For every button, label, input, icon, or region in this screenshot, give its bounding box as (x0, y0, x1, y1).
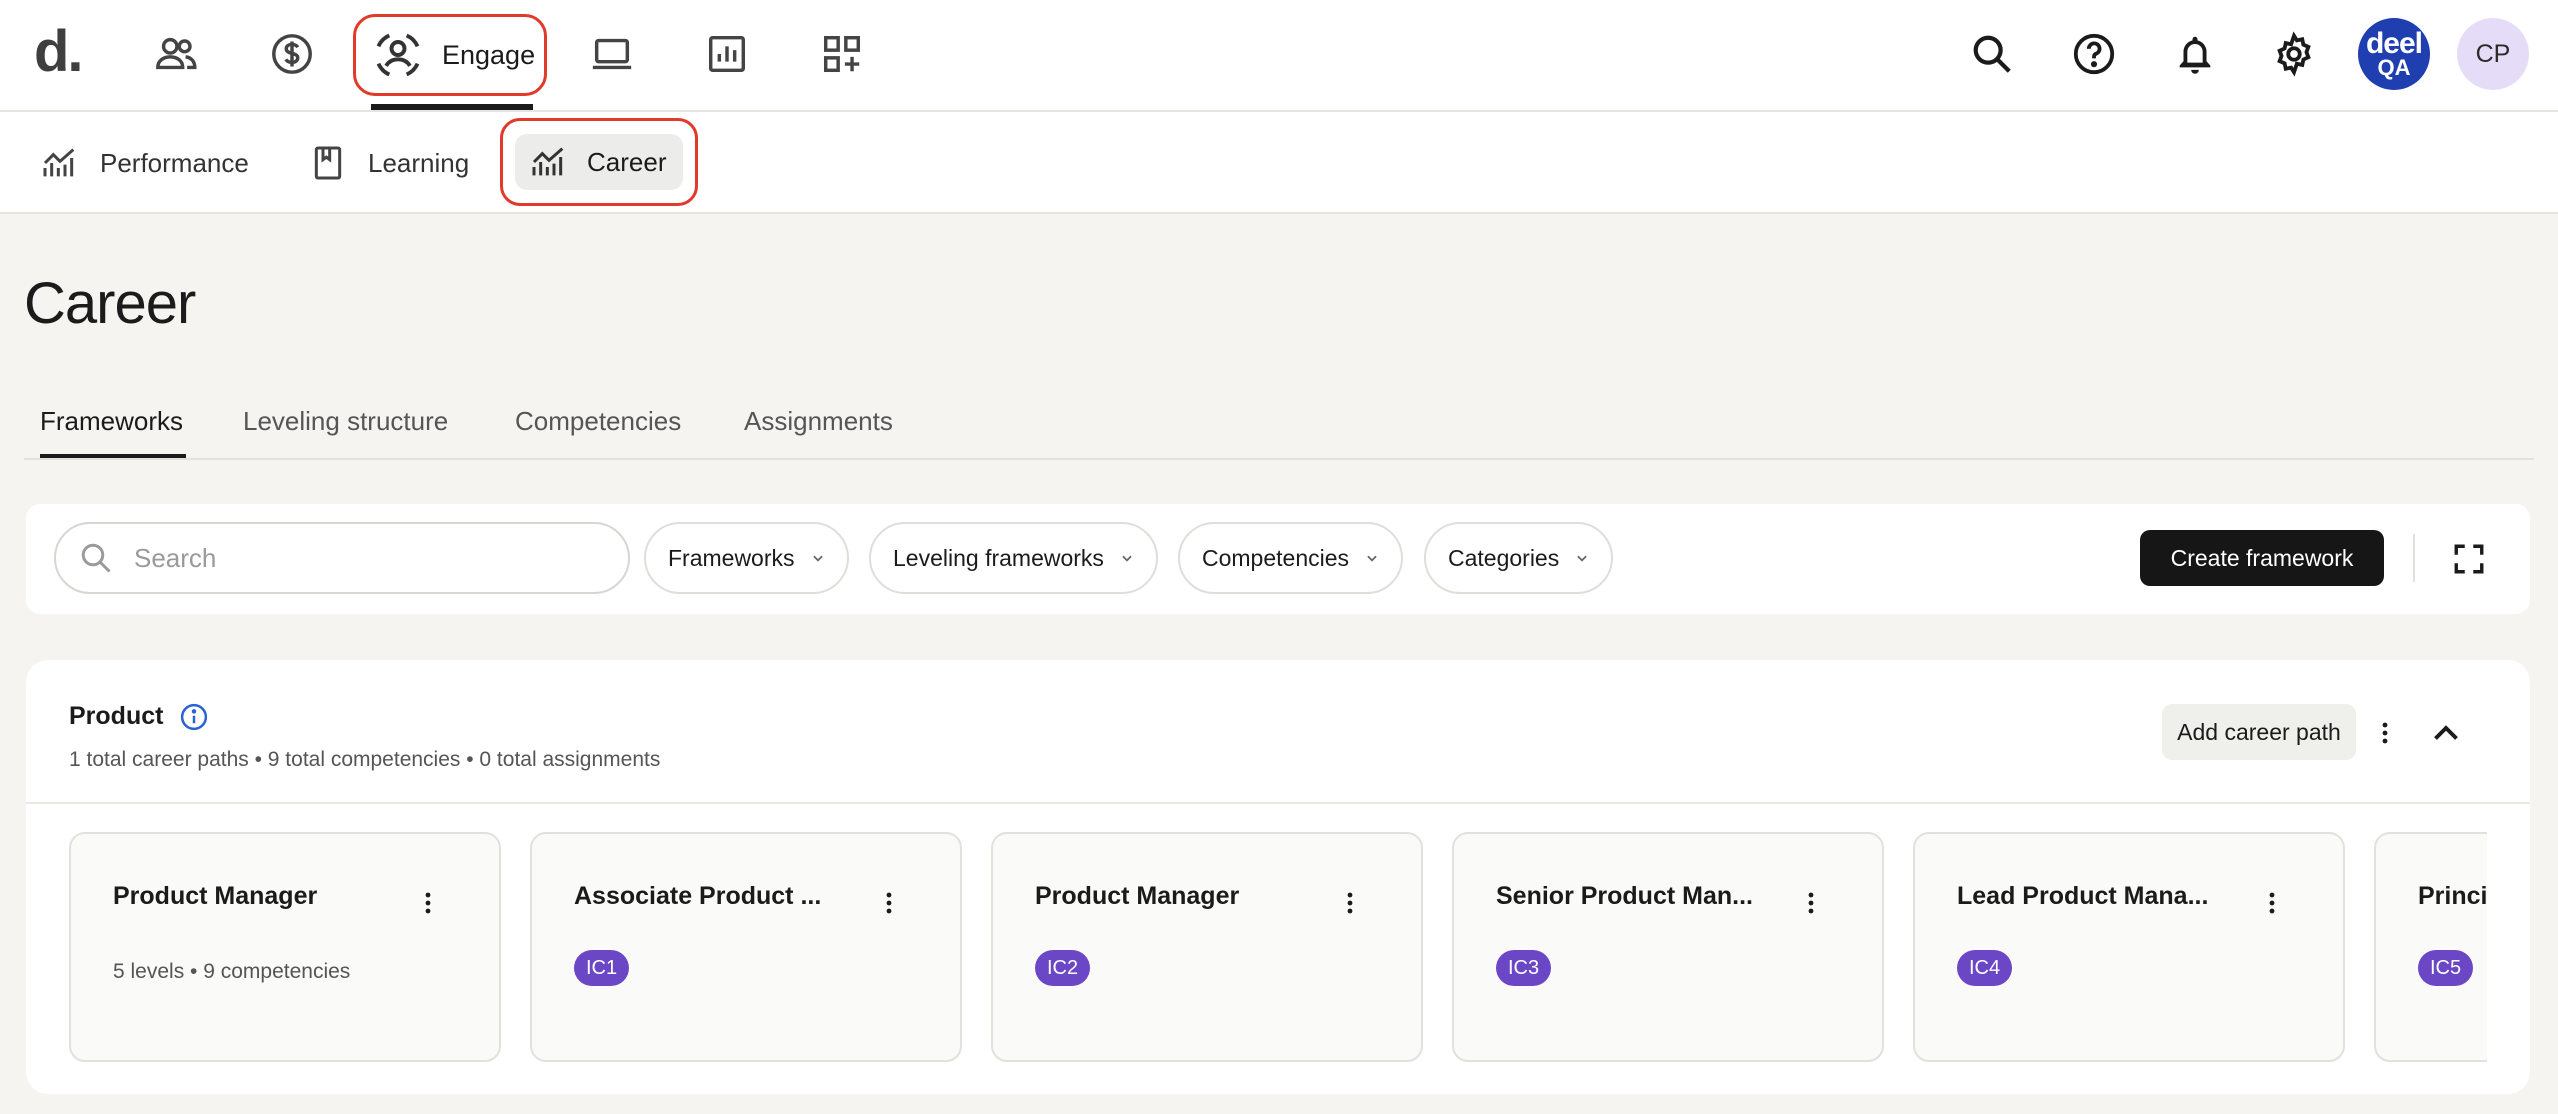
fullscreen-icon[interactable] (2446, 536, 2492, 582)
add-career-path-button[interactable]: Add career path (2162, 704, 2356, 760)
career-level-card[interactable]: Senior Product Man... IC3 (1452, 832, 1884, 1062)
tab-assignments[interactable]: Assignments (744, 406, 893, 437)
career-level-card[interactable]: Princi IC5 (2374, 832, 2487, 1062)
career-tabs: Frameworks Leveling structure Competenci… (24, 396, 2534, 460)
level-badge: IC2 (1035, 950, 1091, 986)
filter-competencies[interactable]: Competencies (1178, 522, 1404, 594)
search-field-icon (81, 543, 111, 573)
card-title: Product Manager (1035, 882, 1240, 910)
card-title: Princi (2418, 882, 2487, 910)
nav-engage[interactable]: Engage (353, 14, 547, 96)
active-tab-indicator (40, 454, 186, 458)
tab-leveling-structure[interactable]: Leveling structure (243, 406, 448, 437)
card-title: Product Manager (113, 882, 318, 910)
subnav-career[interactable]: Career (515, 134, 683, 190)
card-more-icon[interactable] (1796, 888, 1826, 918)
bell-icon[interactable] (2163, 22, 2227, 86)
tab-frameworks[interactable]: Frameworks (40, 406, 183, 437)
dollar-icon[interactable] (262, 24, 322, 84)
subnav-performance-label: Performance (100, 147, 249, 178)
book-icon (314, 146, 342, 180)
chevron-up-icon[interactable] (2428, 716, 2464, 752)
filter-leveling-label: Leveling frameworks (893, 544, 1104, 571)
info-icon[interactable] (179, 702, 209, 732)
tab-competencies[interactable]: Competencies (515, 406, 681, 437)
page-title: Career (24, 271, 196, 336)
people-icon[interactable] (146, 24, 206, 84)
section-title: Product (69, 702, 164, 730)
filter-competencies-label: Competencies (1202, 544, 1350, 571)
subnav-learning-label: Learning (368, 147, 470, 178)
org-avatar-line2: QA (2377, 55, 2411, 80)
section-meta: 1 total career paths • 9 total competenc… (69, 748, 661, 771)
framework-section-product: Product 1 total career paths • 9 total c… (26, 660, 2530, 1094)
user-avatar[interactable]: CP (2457, 18, 2529, 90)
laptop-icon[interactable] (582, 24, 642, 84)
level-badge: IC1 (574, 950, 630, 986)
subnav-career-label: Career (587, 146, 667, 177)
org-avatar-line1: deel (2365, 27, 2423, 60)
chevron-down-icon (1577, 555, 1587, 562)
search-box[interactable] (54, 522, 630, 594)
career-chart-icon (532, 147, 564, 176)
level-badge: IC5 (2418, 950, 2474, 986)
card-more-icon[interactable] (874, 888, 904, 918)
card-more-icon[interactable] (413, 888, 443, 918)
filter-frameworks-label: Frameworks (668, 544, 795, 571)
toolbar-divider (2413, 534, 2415, 582)
career-path-card[interactable]: Product Manager 5 levels • 9 competencie… (69, 832, 501, 1062)
section-divider (26, 802, 2530, 804)
card-more-icon[interactable] (1335, 888, 1365, 918)
career-level-card[interactable]: Product Manager IC2 (991, 832, 1423, 1062)
level-badge: IC4 (1957, 950, 2013, 986)
card-more-icon[interactable] (2257, 888, 2287, 918)
career-level-card[interactable]: Lead Product Mana... IC4 (1913, 832, 2345, 1062)
filter-categories[interactable]: Categories (1424, 522, 1614, 594)
deel-logo[interactable]: d. (34, 18, 84, 86)
card-title: Lead Product Mana... (1957, 882, 2209, 910)
level-badge: IC3 (1496, 950, 1552, 986)
filter-leveling-frameworks[interactable]: Leveling frameworks (869, 522, 1158, 594)
filter-frameworks[interactable]: Frameworks (644, 522, 849, 594)
help-icon[interactable] (2062, 22, 2126, 86)
chevron-down-icon (812, 555, 823, 562)
section-more-icon[interactable] (2370, 718, 2400, 748)
subnav-learning[interactable]: Learning (308, 134, 469, 192)
career-path-cards: Product Manager 5 levels • 9 competencie… (69, 832, 2487, 1064)
chevron-down-icon (1367, 555, 1377, 562)
apps-add-icon[interactable] (812, 24, 872, 84)
filter-categories-label: Categories (1448, 544, 1560, 571)
subnav-performance[interactable]: Performance (40, 134, 249, 192)
card-meta: 5 levels • 9 competencies (113, 960, 351, 983)
gear-icon[interactable] (2262, 22, 2326, 86)
sub-navigation: Performance Learning (0, 112, 2558, 214)
chevron-down-icon (1122, 555, 1132, 562)
card-title: Senior Product Man... (1496, 882, 1753, 910)
org-avatar[interactable]: deel QA (2358, 18, 2430, 90)
filter-bar: Frameworks Leveling frameworks Competenc… (26, 504, 2530, 614)
top-navigation: d. Engage deel QA CP (0, 0, 2558, 112)
report-icon[interactable] (697, 24, 757, 84)
performance-icon (43, 148, 75, 177)
engage-icon (376, 33, 420, 77)
search-input[interactable] (134, 542, 614, 574)
career-level-card[interactable]: Associate Product ... IC1 (530, 832, 962, 1062)
create-framework-button[interactable]: Create framework (2140, 530, 2384, 586)
active-nav-indicator (371, 104, 533, 110)
nav-engage-label: Engage (442, 39, 536, 70)
search-icon[interactable] (1960, 22, 2024, 86)
card-title: Associate Product ... (574, 882, 822, 910)
